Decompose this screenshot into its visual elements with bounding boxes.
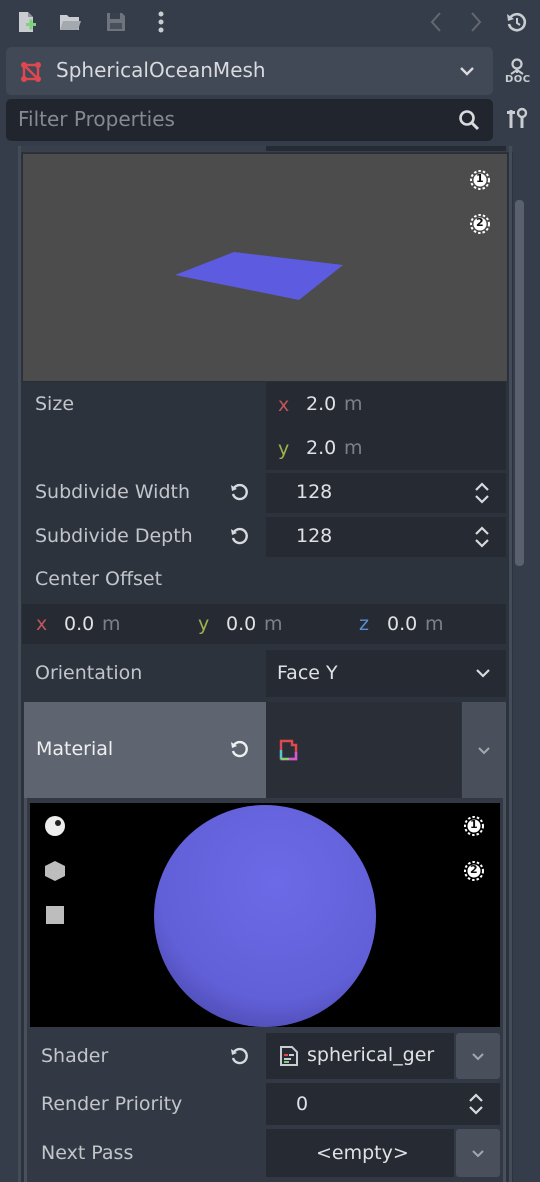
center-offset-z-unit: m (425, 613, 444, 635)
history-back-icon[interactable] (423, 8, 451, 36)
center-offset-y-input[interactable]: 0.0 (226, 613, 256, 635)
next-pass-label: Next Pass (41, 1142, 134, 1164)
orientation-value: Face Y (277, 662, 338, 684)
next-pass-dropdown-button[interactable] (456, 1129, 500, 1177)
doc-label: DOC (505, 74, 531, 85)
center-offset-y-unit: m (264, 613, 283, 635)
inspector-scrollbar[interactable] (515, 200, 524, 566)
box-icon (45, 861, 65, 881)
material-resource-icon (278, 738, 302, 762)
chevron-down-icon (472, 1053, 484, 1061)
size-y-axis-label: y (278, 438, 290, 460)
render-priority-label: Render Priority (41, 1093, 183, 1115)
filter-placeholder: Filter Properties (18, 107, 175, 131)
tools-icon (507, 107, 528, 128)
spinner-arrows-icon[interactable] (472, 526, 492, 548)
light-2-toggle[interactable]: 2 (469, 213, 491, 235)
resource-name: SphericalOceanMesh (56, 58, 266, 82)
resource-selector[interactable]: SphericalOceanMesh (6, 47, 493, 95)
light-2-toggle[interactable]: 2 (463, 860, 485, 882)
mesh-preview[interactable]: 1 2 (22, 153, 508, 382)
subdivide-width-value: 128 (296, 481, 333, 503)
quad-preview-toggle[interactable] (45, 905, 65, 925)
material-preview[interactable]: 1 2 (30, 803, 500, 1027)
shader-dropdown-button[interactable] (456, 1033, 500, 1079)
size-field (266, 382, 506, 470)
light-1-toggle[interactable]: 1 (463, 815, 485, 837)
quad-icon (46, 906, 64, 924)
size-x-input[interactable]: 2.0 (306, 393, 336, 415)
save-icon[interactable] (102, 8, 130, 36)
size-label: Size (35, 393, 75, 415)
light-1-toggle[interactable]: 1 (469, 169, 491, 191)
center-offset-label: Center Offset (35, 568, 163, 590)
open-folder-icon[interactable] (56, 8, 84, 36)
orientation-label: Orientation (35, 662, 143, 684)
spinner-arrows-icon[interactable] (472, 482, 492, 504)
material-dropdown-button[interactable] (462, 702, 506, 798)
box-preview-toggle[interactable] (44, 860, 66, 882)
shader-label: Shader (41, 1045, 109, 1067)
revert-icon[interactable] (229, 738, 251, 760)
filter-properties-input[interactable]: Filter Properties (6, 99, 493, 141)
render-priority-value: 0 (296, 1093, 309, 1115)
size-x-unit: m (344, 393, 363, 415)
revert-icon[interactable] (229, 525, 251, 547)
next-pass-value: <empty> (316, 1142, 409, 1164)
size-x-axis-label: x (278, 394, 290, 416)
center-offset-x-input[interactable]: 0.0 (64, 613, 94, 635)
property-tools-button[interactable] (504, 106, 530, 132)
spinner-arrows-icon[interactable] (466, 1093, 486, 1115)
chevron-down-icon[interactable] (474, 664, 492, 682)
sphere-icon (45, 816, 65, 836)
plane-mesh-render (175, 252, 343, 300)
history-forward-icon[interactable] (461, 8, 489, 36)
shader-value: spherical_ger (307, 1044, 435, 1066)
size-y-unit: m (344, 437, 363, 459)
subdivide-depth-label: Subdivide Depth (35, 525, 193, 547)
subdivide-depth-value: 128 (296, 525, 333, 547)
center-offset-x-axis-label: x (36, 613, 48, 635)
material-label: Material (36, 738, 114, 760)
search-icon (458, 109, 480, 131)
subdivide-width-label: Subdivide Width (35, 481, 191, 503)
chevron-down-icon (472, 1150, 484, 1158)
center-offset-z-input[interactable]: 0.0 (387, 613, 417, 635)
mesh-resource-icon (20, 61, 42, 83)
center-offset-y-axis-label: y (198, 613, 210, 635)
revert-icon[interactable] (229, 1045, 251, 1067)
history-icon[interactable] (503, 8, 531, 36)
chevron-down-icon (478, 747, 490, 755)
shader-file-icon (278, 1045, 300, 1067)
more-vertical-icon[interactable] (147, 8, 175, 36)
sphere-render (154, 805, 376, 1027)
sphere-preview-toggle[interactable] (44, 815, 66, 837)
new-resource-icon[interactable] (12, 8, 40, 36)
chevron-down-icon[interactable] (457, 61, 477, 81)
size-y-input[interactable]: 2.0 (306, 437, 336, 459)
open-documentation-button[interactable]: DOC (502, 56, 532, 86)
center-offset-x-unit: m (102, 613, 121, 635)
center-offset-z-axis-label: z (359, 613, 369, 635)
revert-icon[interactable] (229, 481, 251, 503)
